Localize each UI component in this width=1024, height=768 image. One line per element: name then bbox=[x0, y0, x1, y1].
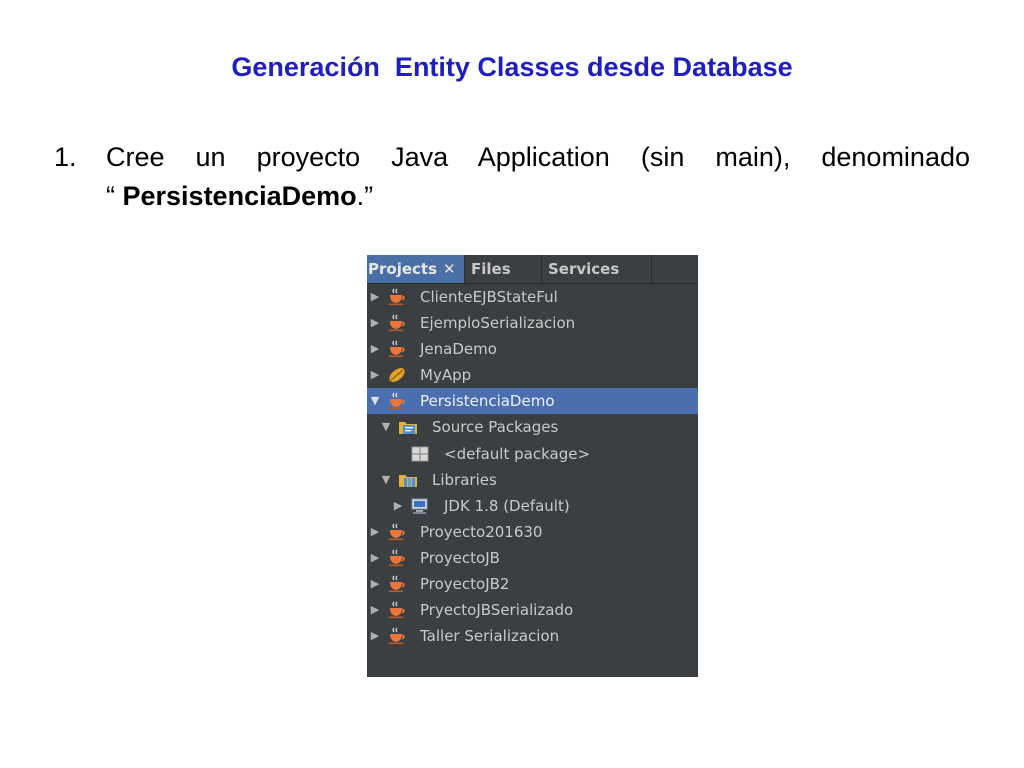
expand-arrow-icon[interactable]: ▶ bbox=[369, 336, 381, 362]
step-text-line2: “ PersistenciaDemo.” bbox=[106, 177, 970, 216]
java-cup-icon bbox=[389, 288, 405, 306]
expand-arrow-icon[interactable]: ▶ bbox=[369, 284, 381, 310]
tab-files[interactable]: Files bbox=[465, 255, 542, 283]
tab-files-label: Files bbox=[471, 260, 511, 278]
jdk-icon bbox=[411, 498, 428, 514]
tree-item-label: Taller Serializacion bbox=[420, 627, 560, 646]
java-cup-icon bbox=[389, 549, 405, 567]
tree-item-persistenciademo[interactable]: ▼ PersistenciaDemo bbox=[367, 388, 698, 415]
expand-arrow-icon[interactable]: ▶ bbox=[369, 362, 381, 388]
expand-arrow-icon[interactable]: ▶ bbox=[369, 623, 381, 649]
source-packages-icon bbox=[399, 422, 417, 435]
collapse-arrow-icon[interactable]: ▼ bbox=[369, 388, 381, 414]
java-cup-icon bbox=[389, 627, 405, 645]
step-text: Cree un proyecto Java Application (sin m… bbox=[106, 138, 970, 216]
java-cup-icon bbox=[389, 575, 405, 593]
tab-projects-label: Projects bbox=[368, 260, 438, 278]
tree-item-default-package[interactable]: <default package> bbox=[367, 441, 698, 467]
expand-arrow-icon[interactable]: ▶ bbox=[369, 310, 381, 336]
step-number: 1. bbox=[54, 142, 77, 172]
package-icon bbox=[411, 446, 429, 462]
collapse-arrow-icon[interactable]: ▼ bbox=[380, 467, 392, 493]
step-text-line1: Cree un proyecto Java Application (sin m… bbox=[106, 142, 970, 172]
expand-arrow-icon[interactable]: ▶ bbox=[369, 571, 381, 597]
tree-item-label: ProyectoJB bbox=[420, 548, 500, 567]
panel-tabs: Projects ✕ Files Services bbox=[367, 255, 698, 284]
java-cup-icon bbox=[389, 314, 405, 332]
tab-services[interactable]: Services bbox=[542, 255, 652, 283]
java-cup-icon bbox=[389, 601, 405, 619]
slide: Generación Entity Classes desde Database… bbox=[0, 0, 1024, 768]
java-cup-icon bbox=[389, 392, 405, 410]
expand-arrow-icon[interactable]: ▶ bbox=[369, 545, 381, 571]
expand-arrow-icon[interactable]: ▶ bbox=[369, 519, 381, 545]
projects-panel: Projects ✕ Files Services ▶ ClienteEJBSta… bbox=[367, 255, 698, 677]
tree-item-label: PersistenciaDemo bbox=[420, 392, 555, 411]
tree-item-pryectojbserializado[interactable]: ▶ PryectoJBSerializado bbox=[367, 597, 698, 623]
project-tree: ▶ ClienteEJBStateFul ▶ EjemploSerializac… bbox=[367, 284, 698, 649]
tree-item-label: JDK 1.8 (Default) bbox=[444, 496, 570, 515]
tree-item-taller-serializacion[interactable]: ▶ Taller Serializacion bbox=[367, 623, 698, 649]
tree-item-proyecto201630[interactable]: ▶ Proyecto201630 bbox=[367, 519, 698, 545]
tree-item-jenademo[interactable]: ▶ JenaDemo bbox=[367, 336, 698, 362]
tree-item-proyectojb[interactable]: ▶ ProyectoJB bbox=[367, 545, 698, 571]
expand-arrow-icon[interactable]: ▶ bbox=[392, 493, 404, 519]
tree-item-source-packages[interactable]: ▼ Source Packages bbox=[367, 414, 698, 440]
tree-item-label: PryectoJBSerializado bbox=[420, 601, 574, 620]
tree-item-label: <default package> bbox=[444, 444, 591, 463]
tree-item-libraries[interactable]: ▼ Libraries bbox=[367, 467, 698, 493]
slide-title: Generación Entity Classes desde Database bbox=[231, 52, 793, 82]
tree-item-label: Proyecto201630 bbox=[420, 522, 543, 541]
tree-item-label: ProyectoJB2 bbox=[420, 575, 510, 594]
project-name: PersistenciaDemo bbox=[122, 181, 357, 211]
java-cup-icon bbox=[389, 523, 405, 540]
tree-item-label: MyApp bbox=[420, 366, 472, 385]
close-icon[interactable]: ✕ bbox=[443, 260, 456, 278]
libraries-icon bbox=[399, 474, 417, 487]
step-text-suffix: .” bbox=[356, 181, 374, 211]
tree-item-ejemploserializacion[interactable]: ▶ EjemploSerializacion bbox=[367, 310, 698, 336]
tab-projects[interactable]: Projects ✕ bbox=[367, 255, 465, 283]
tab-services-label: Services bbox=[548, 260, 620, 278]
tree-item-label: Libraries bbox=[432, 470, 497, 489]
tree-item-label: Source Packages bbox=[432, 418, 559, 437]
bean-icon bbox=[389, 368, 405, 383]
tree-item-myapp[interactable]: ▶ MyApp bbox=[367, 362, 698, 388]
java-cup-icon bbox=[389, 340, 405, 358]
tree-item-label: JenaDemo bbox=[420, 340, 497, 359]
step-text-prefix: “ bbox=[106, 181, 123, 211]
tree-item-clienteejbstateful[interactable]: ▶ ClienteEJBStateFul bbox=[367, 284, 698, 310]
expand-arrow-icon[interactable]: ▶ bbox=[369, 597, 381, 623]
instruction-step: 1. Cree un proyecto Java Application (si… bbox=[54, 138, 970, 216]
tree-item-label: ClienteEJBStateFul bbox=[420, 288, 558, 306]
collapse-arrow-icon[interactable]: ▼ bbox=[380, 414, 392, 440]
tree-item-jdk[interactable]: ▶ JDK 1.8 (Default) bbox=[367, 493, 698, 519]
tree-item-label: EjemploSerializacion bbox=[420, 314, 576, 333]
tree-item-proyectojb2[interactable]: ▶ ProyectoJB2 bbox=[367, 571, 698, 597]
